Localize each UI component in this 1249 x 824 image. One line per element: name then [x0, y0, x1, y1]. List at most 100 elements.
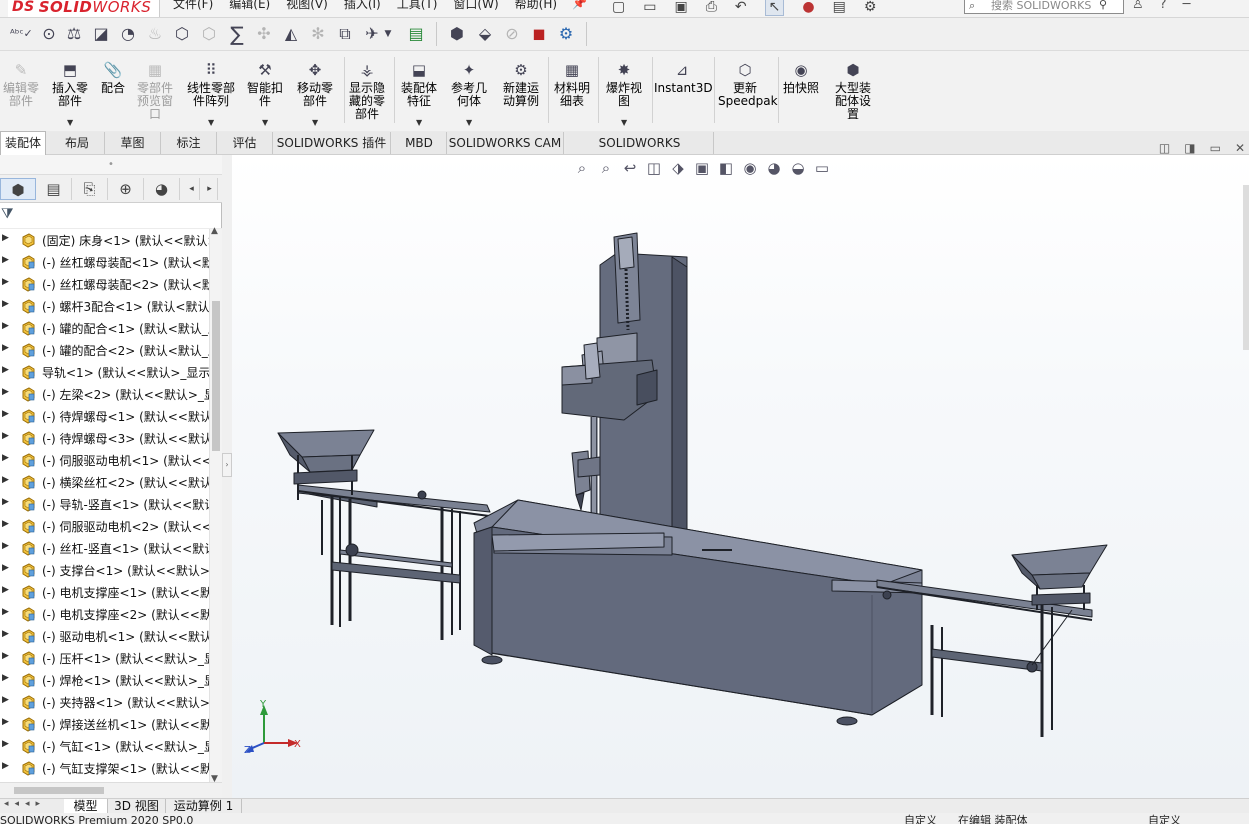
chevron-down-icon[interactable]: ▼	[262, 116, 268, 129]
close-icon[interactable]: ✕	[1235, 141, 1245, 155]
model-tab-0[interactable]: 模型	[64, 799, 108, 814]
pin-icon[interactable]: 📌	[572, 0, 587, 10]
tree-item[interactable]: ▶ (-) 罐的配合<1> (默认<默认_显	[0, 317, 209, 339]
chevron-down-icon[interactable]: ▼	[67, 116, 73, 129]
tree-horizontal-scrollbar[interactable]	[0, 782, 222, 798]
expand-arrow-icon[interactable]: ▶	[2, 563, 9, 573]
tree-item[interactable]: ▶ (-) 丝杠螺母装配<2> (默认<默	[0, 273, 209, 295]
tab-7[interactable]: SOLIDWORKS CAM	[447, 132, 564, 154]
simulation-icon[interactable]: ⬢	[446, 23, 468, 45]
viewport-side-bar[interactable]	[1243, 185, 1249, 350]
dimxpert-tab-icon[interactable]: ⊕	[108, 178, 144, 200]
tree-item[interactable]: ▶ (-) 伺服驱动电机<2> (默认<<	[0, 515, 209, 537]
save-icon[interactable]: ▣	[674, 0, 687, 15]
model-tab-2[interactable]: 运动算例 1	[166, 799, 242, 814]
ribbon-button-11[interactable]: ▦ 材料明细表	[551, 61, 593, 108]
tab-scroll-right-icon[interactable]: ▸	[202, 178, 218, 200]
tree-item[interactable]: ▶ (-) 待焊螺母<1> (默认<<默认	[0, 405, 209, 427]
expand-arrow-icon[interactable]: ▶	[2, 233, 9, 243]
tab-6[interactable]: MBD	[392, 132, 447, 154]
tree-item[interactable]: ▶ (-) 左梁<2> (默认<<默认>_显	[0, 383, 209, 405]
chevron-down-icon[interactable]: ▼	[466, 116, 472, 129]
gear-wheel-icon[interactable]: ⚙	[555, 23, 577, 45]
ribbon-button-5[interactable]: ⚒ 智能扣件 ▼	[244, 61, 286, 127]
ribbon-button-4[interactable]: ⠿ 线性零部件阵列 ▼	[184, 61, 238, 127]
rebuild-icon[interactable]: ●	[802, 0, 814, 15]
section-properties-icon[interactable]: ◪	[90, 23, 112, 45]
check-icon[interactable]: ⧉	[334, 23, 356, 45]
expand-arrow-icon[interactable]: ▶	[2, 651, 9, 661]
tree-item[interactable]: ▶ (-) 待焊螺母<3> (默认<<默认	[0, 427, 209, 449]
select-icon[interactable]: ↖	[764, 0, 785, 16]
print-icon[interactable]: ⎙	[706, 0, 717, 15]
tree-item[interactable]: ▶ (-) 夹持器<1> (默认<<默认>_	[0, 691, 209, 713]
ribbon-button-12[interactable]: ✸ 爆炸视图 ▼	[602, 61, 646, 127]
ribbon-button-14[interactable]: ⬡ 更新Speedpak	[718, 61, 778, 108]
graphics-viewport[interactable]: ⌕ ⌕ ↩ ◫ ⬗ ▣ ◧ ◉ ◕ ◒ ▭ ◫ ◨ ▭ ✕ Y X Z	[232, 141, 1249, 798]
design-checker-icon[interactable]: ✈	[361, 23, 383, 45]
expand-arrow-icon[interactable]: ▶	[2, 541, 9, 551]
ribbon-button-9[interactable]: ✦ 参考几何体 ▼	[447, 61, 491, 127]
expand-arrow-icon[interactable]: ▶	[2, 673, 9, 683]
tab-0[interactable]: 装配体	[0, 131, 46, 155]
ribbon-button-10[interactable]: ⚙ 新建运动算例	[499, 61, 543, 108]
menu-item-3[interactable]: 插入(I)	[344, 0, 381, 12]
ribbon-button-6[interactable]: ✥ 移动零部件 ▼	[294, 61, 336, 127]
menu-item-5[interactable]: 窗口(W)	[453, 0, 498, 12]
property-manager-tab-icon[interactable]: ▤	[36, 178, 72, 200]
tree-item[interactable]: ▶ (-) 焊接送丝机<1> (默认<<默	[0, 713, 209, 735]
tree-item[interactable]: ▶ (-) 压杆<1> (默认<<默认>_显	[0, 647, 209, 669]
chevron-down-icon[interactable]: ▼	[312, 116, 318, 129]
tree-scroll-thumb[interactable]	[212, 301, 220, 451]
help-icon[interactable]: ?	[1160, 0, 1167, 12]
window-min-icon[interactable]: ─	[1183, 0, 1191, 12]
ribbon-button-16[interactable]: ⬢ 大型装配体设置	[830, 61, 876, 121]
tab-2[interactable]: 草图	[105, 132, 161, 154]
performance-icon[interactable]: ◔	[117, 23, 139, 45]
red-flag-icon[interactable]: ◼	[528, 23, 550, 45]
expand-arrow-icon[interactable]: ▶	[2, 497, 9, 507]
model-tab-1[interactable]: 3D 视图	[108, 799, 166, 814]
assembly-visualization-icon[interactable]: ▤	[405, 23, 427, 45]
menu-item-2[interactable]: 视图(V)	[286, 0, 328, 12]
open-icon[interactable]: ▭	[643, 0, 656, 15]
expand-arrow-icon[interactable]: ▶	[2, 387, 9, 397]
tree-item[interactable]: ▶ (-) 螺杆3配合<1> (默认<默认_	[0, 295, 209, 317]
tree-item[interactable]: ▶ (-) 支撑台<1> (默认<<默认>_	[0, 559, 209, 581]
file-properties-icon[interactable]: ▤	[833, 0, 846, 15]
tab-nav-arrows-icon[interactable]: ◂◂◂▸	[4, 799, 46, 809]
tab-scroll-left-icon[interactable]: ◂	[184, 178, 200, 200]
undo-icon[interactable]: ↶	[735, 0, 747, 15]
chevron-down-icon[interactable]: ▼	[621, 116, 627, 129]
spell-check-icon[interactable]: ᴬᵇᶜ✓	[10, 23, 33, 45]
menu-item-0[interactable]: 文件(F)	[173, 0, 213, 12]
ribbon-button-1[interactable]: ⬒ 插入零部件 ▼	[50, 61, 90, 127]
chevron-down-icon[interactable]: ▼	[416, 116, 422, 129]
ribbon-button-7[interactable]: ⚶ 显示隐藏的零部件	[346, 61, 388, 121]
tree-item[interactable]: ▶ (-) 罐的配合<2> (默认<默认_显	[0, 339, 209, 361]
measure-icon[interactable]: ⊙	[38, 23, 60, 45]
options-gear-icon[interactable]: ⚙	[864, 0, 877, 15]
expand-arrow-icon[interactable]: ▶	[2, 739, 9, 749]
expand-arrow-icon[interactable]: ▶	[2, 629, 9, 639]
expand-arrow-icon[interactable]: ▶	[2, 431, 9, 441]
scroll-up-icon[interactable]: ▲	[211, 226, 218, 236]
expand-arrow-icon[interactable]: ▶	[2, 717, 9, 727]
tab-8[interactable]: SOLIDWORKS Inspection	[566, 132, 714, 172]
restore-icon[interactable]: ◫	[1159, 141, 1170, 155]
tree-item[interactable]: ▶ (-) 气缸<1> (默认<<默认>_显	[0, 735, 209, 757]
mass-properties-icon[interactable]: ⚖	[63, 23, 85, 45]
expand-arrow-icon[interactable]: ▶	[2, 321, 9, 331]
expand-arrow-icon[interactable]: ▶	[2, 585, 9, 595]
tree-item[interactable]: ▶ 导轨<1> (默认<<默认>_显示状	[0, 361, 209, 383]
search-icon[interactable]: ⚲	[1099, 0, 1107, 13]
expand-arrow-icon[interactable]: ▶	[2, 299, 9, 309]
ribbon-button-8[interactable]: ⬓ 装配体特征 ▼	[397, 61, 441, 127]
configuration-manager-tab-icon[interactable]: ⎘	[72, 178, 108, 200]
tree-item[interactable]: ▶ (固定) 床身<1> (默认<<默认>	[0, 229, 209, 251]
feature-manager-tab-icon[interactable]: ⬢	[0, 178, 36, 200]
tree-item[interactable]: ▶ (-) 气缸支撑架<1> (默认<<默	[0, 757, 209, 779]
tree-item[interactable]: ▶ (-) 丝杠螺母装配<1> (默认<默	[0, 251, 209, 273]
expand-arrow-icon[interactable]: ▶	[2, 519, 9, 529]
maximize-icon[interactable]: ▭	[1210, 141, 1221, 155]
